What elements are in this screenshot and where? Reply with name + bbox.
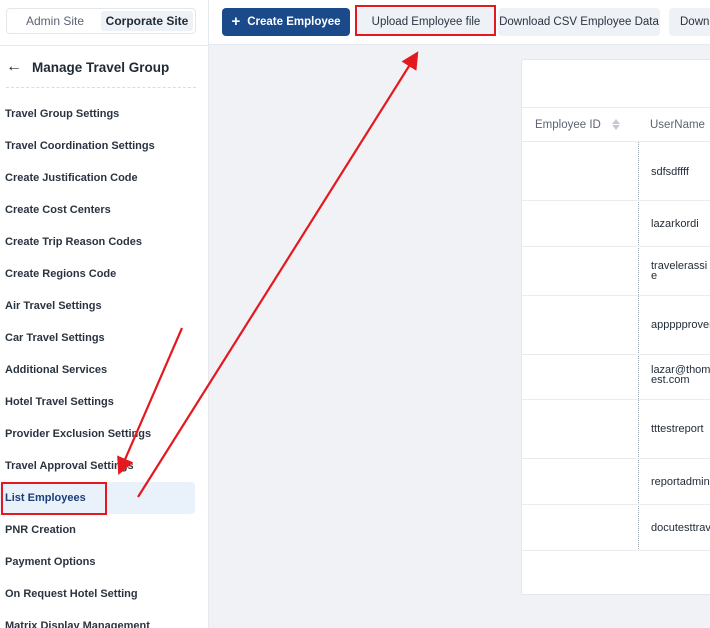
table-row[interactable]: travelerassi e	[522, 247, 710, 296]
plus-icon: +	[231, 13, 241, 30]
sidebar-item-create-regions-code[interactable]: Create Regions Code	[0, 258, 208, 290]
create-employee-label: Create Employee	[247, 16, 341, 28]
username-cell: lazar@thom est.com	[651, 365, 710, 385]
column-header-employee-id[interactable]: Employee ID	[535, 108, 620, 141]
sidebar-item-travel-approval-settings[interactable]: Travel Approval Settings	[0, 450, 208, 482]
sidebar-item-additional-services[interactable]: Additional Services	[0, 354, 208, 386]
table-row[interactable]: tttestreport	[522, 400, 710, 459]
sidebar-item-hotel-travel-settings[interactable]: Hotel Travel Settings	[0, 386, 208, 418]
table-row[interactable]: sdfsdffff	[522, 142, 710, 201]
sort-icon[interactable]	[611, 119, 620, 130]
table-row[interactable]: lazarkordi	[522, 201, 710, 247]
sidebar-item-create-trip-reason-codes[interactable]: Create Trip Reason Codes	[0, 226, 208, 258]
tab-corporate-site[interactable]: Corporate Site	[101, 11, 193, 31]
sidebar-item-air-travel-settings[interactable]: Air Travel Settings	[0, 290, 208, 322]
username-cell: tttestreport	[651, 424, 704, 434]
sidebar-item-travel-coordination-settings[interactable]: Travel Coordination Settings	[0, 130, 208, 162]
username-cell: appppprover	[651, 320, 710, 330]
table-row[interactable]: reportadmin	[522, 459, 710, 505]
sidebar-item-travel-group-settings[interactable]: Travel Group Settings	[0, 98, 208, 130]
username-cell: sdfsdffff	[651, 167, 689, 177]
username-cell: reportadmin	[651, 477, 710, 487]
sidebar-divider	[0, 45, 208, 46]
list-employees-highlight-box	[1, 482, 107, 515]
sidebar-menu: Travel Group Settings Travel Coordinatio…	[0, 98, 208, 628]
create-employee-button[interactable]: + Create Employee	[222, 8, 350, 36]
table-header: Employee ID UserName	[522, 107, 710, 142]
arrow-left-icon[interactable]: ←	[6, 59, 22, 75]
column-header-label: UserName	[650, 118, 705, 131]
download-button[interactable]: Downl	[669, 8, 710, 36]
sidebar-item-car-travel-settings[interactable]: Car Travel Settings	[0, 322, 208, 354]
table-row[interactable]: docutesttrav	[522, 505, 710, 551]
sidebar-item-pnr-creation[interactable]: PNR Creation	[0, 514, 208, 546]
main-content: Employee ID UserName sdfsdffff lazarkord…	[209, 45, 710, 628]
sidebar: Admin Site Corporate Site ← Manage Trave…	[0, 0, 209, 628]
username-cell: lazarkordi	[651, 219, 699, 229]
username-cell: docutesttrav	[651, 523, 710, 533]
column-header-username[interactable]: UserName	[650, 108, 705, 141]
sidebar-item-payment-options[interactable]: Payment Options	[0, 546, 208, 578]
column-header-label: Employee ID	[535, 118, 601, 131]
sidebar-dashed-divider	[6, 87, 196, 88]
username-cell: travelerassi e	[651, 261, 708, 281]
group-header: ← Manage Travel Group	[6, 58, 169, 76]
sidebar-item-matrix-display-management[interactable]: Matrix Display Management	[0, 610, 208, 628]
sidebar-item-on-request-hotel-setting[interactable]: On Request Hotel Setting	[0, 578, 208, 610]
employee-table-card: Employee ID UserName sdfsdffff lazarkord…	[521, 59, 710, 595]
site-switch: Admin Site Corporate Site	[6, 8, 196, 34]
download-csv-button[interactable]: Download CSV Employee Data	[498, 8, 660, 36]
table-row[interactable]: lazar@thom est.com	[522, 355, 710, 400]
upload-highlight-box	[355, 5, 496, 36]
group-title: Manage Travel Group	[32, 59, 170, 75]
table-row[interactable]: appppprover	[522, 296, 710, 355]
sidebar-item-provider-exclusion-settings[interactable]: Provider Exclusion Settings	[0, 418, 208, 450]
tab-admin-site[interactable]: Admin Site	[9, 11, 101, 31]
sidebar-item-create-justification-code[interactable]: Create Justification Code	[0, 162, 208, 194]
sidebar-item-create-cost-centers[interactable]: Create Cost Centers	[0, 194, 208, 226]
